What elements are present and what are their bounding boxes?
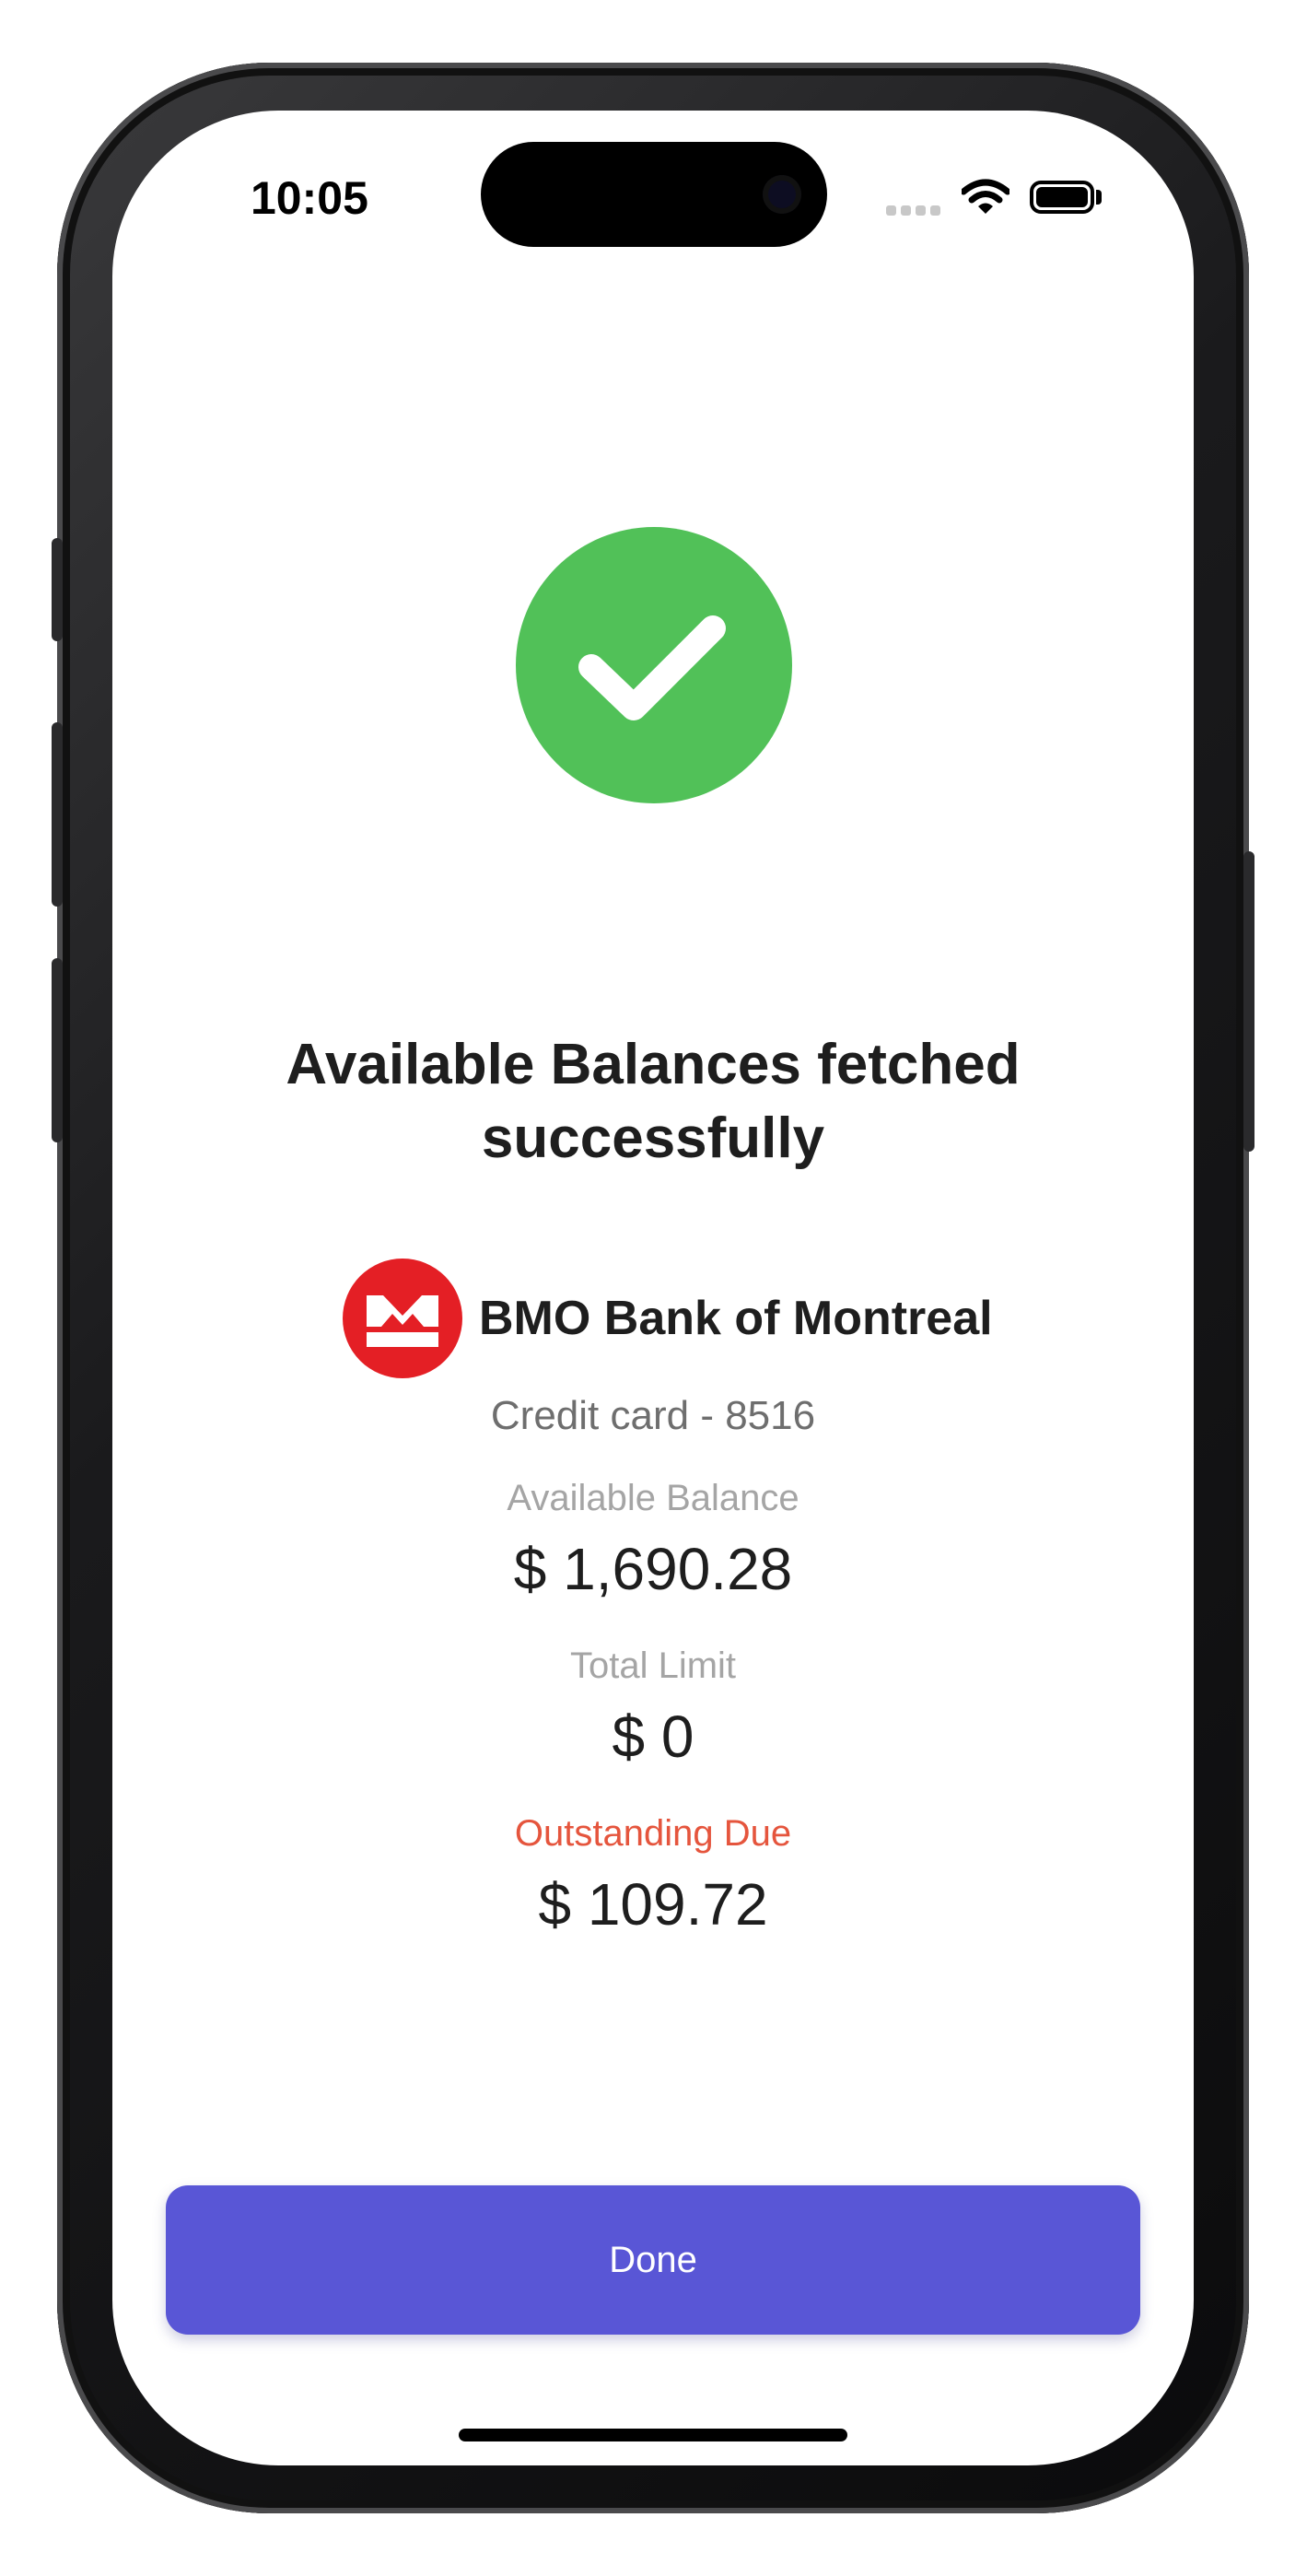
total-limit-value: $ 0: [612, 1704, 694, 1770]
checkmark-circle-icon: [516, 527, 792, 803]
action-button: [52, 538, 63, 641]
app-screen: 10:05 Available Balances fetched success…: [112, 111, 1194, 2465]
success-title-line-1: Available Balances fetched: [286, 1033, 1021, 1096]
bank-name: BMO Bank of Montreal: [479, 1292, 993, 1345]
bmo-logo-icon: [343, 1259, 462, 1378]
done-button[interactable]: Done: [166, 2185, 1140, 2335]
bmo-roundel-icon: [367, 1295, 438, 1347]
volume-down-button: [52, 958, 63, 1142]
outstanding-due-label: Outstanding Due: [514, 1813, 792, 1854]
total-limit-label: Total Limit: [569, 1645, 737, 1686]
wifi-icon: [962, 179, 1009, 214]
camera-icon: [763, 175, 801, 214]
dynamic-island: [481, 142, 827, 247]
battery-icon: [1030, 181, 1094, 214]
card-label: Credit card - 8516: [490, 1393, 816, 1438]
bank-row: BMO Bank of Montreal: [343, 1259, 993, 1378]
home-indicator[interactable]: [459, 2429, 847, 2441]
power-button: [1243, 851, 1254, 1152]
battery-tip: [1096, 190, 1102, 205]
status-time: 10:05: [251, 172, 368, 224]
cellular-signal-icon: [886, 203, 951, 216]
available-balance-value: $ 1,690.28: [513, 1536, 793, 1602]
outstanding-due-value: $ 109.72: [538, 1871, 768, 1938]
success-title: Available Balances fetched successfully: [112, 1028, 1194, 1176]
battery-level: [1036, 187, 1088, 207]
success-title-line-2: successfully: [481, 1107, 825, 1170]
checkmark-icon: [578, 615, 726, 720]
available-balance-label: Available Balance: [507, 1478, 799, 1518]
volume-up-button: [52, 722, 63, 907]
